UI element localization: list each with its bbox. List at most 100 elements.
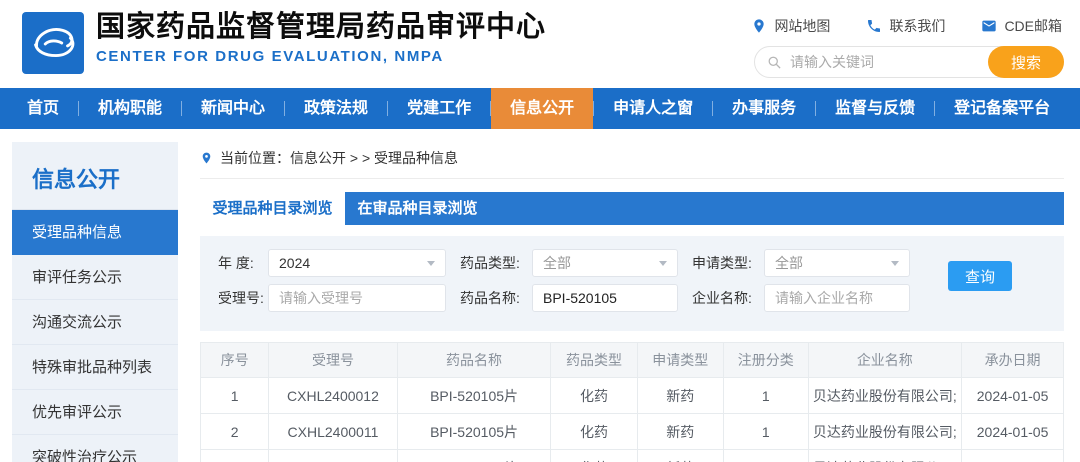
nav-item[interactable]: 信息公开 <box>491 88 593 129</box>
table-cell: BPI-520105片 <box>397 450 551 462</box>
sidebar-item[interactable]: 突破性治疗公示 <box>12 435 178 462</box>
filter-row-1: 年 度: 2024 药品类型: 全部 申请类型: 全部 <box>218 249 1064 277</box>
main-nav: 首页机构职能新闻中心政策法规党建工作信息公开申请人之窗办事服务监督与反馈登记备案… <box>0 88 1080 129</box>
table-cell: 化药 <box>551 378 637 414</box>
tab[interactable]: 在审品种目录浏览 <box>345 192 490 225</box>
sidebar-item[interactable]: 沟通交流公示 <box>12 300 178 345</box>
sidebar-item[interactable]: 审评任务公示 <box>12 255 178 300</box>
site-logo[interactable] <box>22 12 84 74</box>
sidebar-items: 受理品种信息审评任务公示沟通交流公示特殊审批品种列表优先审评公示突破性治疗公示 <box>12 210 178 462</box>
table-column-header: 企业名称 <box>808 343 962 378</box>
nav-item[interactable]: 政策法规 <box>285 88 387 129</box>
table-cell: CXHL2400011 <box>269 414 398 450</box>
nav-item[interactable]: 申请人之窗 <box>594 88 712 129</box>
company-label: 企业名称: <box>692 288 764 308</box>
table-column-header: 受理号 <box>269 343 398 378</box>
table-header-row: 序号受理号药品名称药品类型申请类型注册分类企业名称承办日期 <box>201 343 1064 378</box>
drug-type-select[interactable]: 全部 <box>532 249 678 277</box>
table-cell: 2024-01-05 <box>962 378 1064 414</box>
table-row: 2CXHL2400011BPI-520105片化药新药1贝达药业股份有限公司;2… <box>201 414 1064 450</box>
chevron-down-icon <box>659 261 667 266</box>
accept-no-input[interactable] <box>279 290 435 306</box>
nav-item[interactable]: 登记备案平台 <box>935 88 1069 129</box>
sidebar-item[interactable]: 优先审评公示 <box>12 390 178 435</box>
content: 当前位置：信息公开 > > 受理品种信息 受理品种目录浏览在审品种目录浏览 年 … <box>200 148 1064 462</box>
mailbox-label: CDE邮箱 <box>1004 16 1062 36</box>
year-label: 年 度: <box>218 253 268 273</box>
apply-type-select[interactable]: 全部 <box>764 249 910 277</box>
results-table: 序号受理号药品名称药品类型申请类型注册分类企业名称承办日期 1CXHL24000… <box>200 342 1064 462</box>
sidebar-item[interactable]: 特殊审批品种列表 <box>12 345 178 390</box>
drug-type-value: 全部 <box>543 253 571 273</box>
table-cell: BPI-520105片 <box>397 378 551 414</box>
table-cell: 贝达药业股份有限公司; <box>808 450 962 462</box>
table-cell: 化药 <box>551 414 637 450</box>
site-subtitle: CENTER FOR DRUG EVALUATION, NMPA <box>96 48 546 65</box>
tabstrip: 受理品种目录浏览在审品种目录浏览 <box>200 192 1064 225</box>
table-cell: 贝达药业股份有限公司; <box>808 378 962 414</box>
table-cell: 2 <box>201 414 269 450</box>
table-column-header: 申请类型 <box>637 343 723 378</box>
chevron-down-icon <box>427 261 435 266</box>
table-column-header: 序号 <box>201 343 269 378</box>
nav-item[interactable]: 机构职能 <box>79 88 181 129</box>
query-button[interactable]: 查询 <box>948 261 1012 291</box>
page: 国家药品监督管理局药品审评中心 CENTER FOR DRUG EVALUATI… <box>0 0 1080 462</box>
sidebar-item[interactable]: 受理品种信息 <box>12 210 178 255</box>
nav-item[interactable]: 办事服务 <box>713 88 815 129</box>
table-cell: 2024-01-05 <box>962 414 1064 450</box>
contact-link[interactable]: 联系我们 <box>866 16 945 36</box>
tab[interactable]: 受理品种目录浏览 <box>200 192 345 225</box>
phone-icon <box>866 18 882 34</box>
company-input[interactable] <box>775 290 899 306</box>
table-cell: BPI-520105片 <box>397 414 551 450</box>
utility-links: 网站地图 联系我们 CDE邮箱 <box>751 16 1062 36</box>
nav-item[interactable]: 监督与反馈 <box>816 88 934 129</box>
table-row: 3CXHL2400010BPI-520105片化药新药1贝达药业股份有限公司;2… <box>201 450 1064 462</box>
search-icon <box>767 55 782 70</box>
company-field <box>764 284 910 312</box>
table-column-header: 药品类型 <box>551 343 637 378</box>
nav-item[interactable]: 首页 <box>8 88 78 129</box>
table-cell: 新药 <box>637 450 723 462</box>
accept-no-label: 受理号: <box>218 288 268 308</box>
table-cell: 3 <box>201 450 269 462</box>
sidebar-title: 信息公开 <box>12 142 178 210</box>
drug-name-label: 药品名称: <box>460 288 532 308</box>
location-pin-icon <box>200 150 213 166</box>
apply-type-value: 全部 <box>775 253 803 273</box>
table-column-header: 注册分类 <box>723 343 808 378</box>
table-row: 1CXHL2400012BPI-520105片化药新药1贝达药业股份有限公司;2… <box>201 378 1064 414</box>
year-select[interactable]: 2024 <box>268 249 446 277</box>
search-button[interactable]: 搜索 <box>988 46 1064 78</box>
breadcrumb: 当前位置：信息公开 > > 受理品种信息 <box>200 148 1064 179</box>
table-cell: 新药 <box>637 414 723 450</box>
year-value: 2024 <box>279 255 310 271</box>
table-column-header: 药品名称 <box>397 343 551 378</box>
contact-label: 联系我们 <box>889 16 945 36</box>
table-body: 1CXHL2400012BPI-520105片化药新药1贝达药业股份有限公司;2… <box>201 378 1064 462</box>
cde-logo-icon <box>22 12 84 74</box>
chevron-down-icon <box>891 261 899 266</box>
table-cell: 1 <box>723 450 808 462</box>
site-header: 国家药品监督管理局药品审评中心 CENTER FOR DRUG EVALUATI… <box>0 0 1080 88</box>
table-cell: 1 <box>201 378 269 414</box>
apply-type-label: 申请类型: <box>692 253 764 273</box>
nav-item[interactable]: 新闻中心 <box>182 88 284 129</box>
accept-no-field <box>268 284 446 312</box>
mail-icon <box>981 18 997 34</box>
site-title: 国家药品监督管理局药品审评中心 <box>96 9 546 45</box>
breadcrumb-text: 当前位置：信息公开 > > 受理品种信息 <box>220 148 458 168</box>
filter-panel: 年 度: 2024 药品类型: 全部 申请类型: 全部 受理号: <box>200 236 1064 331</box>
nav-item[interactable]: 党建工作 <box>388 88 490 129</box>
sitemap-link[interactable]: 网站地图 <box>751 16 830 36</box>
table-cell: 化药 <box>551 450 637 462</box>
drug-name-input[interactable] <box>543 290 667 306</box>
table-cell: 贝达药业股份有限公司; <box>808 414 962 450</box>
title-block: 国家药品监督管理局药品审评中心 CENTER FOR DRUG EVALUATI… <box>96 9 546 65</box>
sidebar: 信息公开 受理品种信息审评任务公示沟通交流公示特殊审批品种列表优先审评公示突破性… <box>12 142 178 462</box>
filter-row-2: 受理号: 药品名称: 企业名称: <box>218 284 1064 312</box>
table-cell: 新药 <box>637 378 723 414</box>
table-cell: 2024-01-05 <box>962 450 1064 462</box>
mailbox-link[interactable]: CDE邮箱 <box>981 16 1062 36</box>
